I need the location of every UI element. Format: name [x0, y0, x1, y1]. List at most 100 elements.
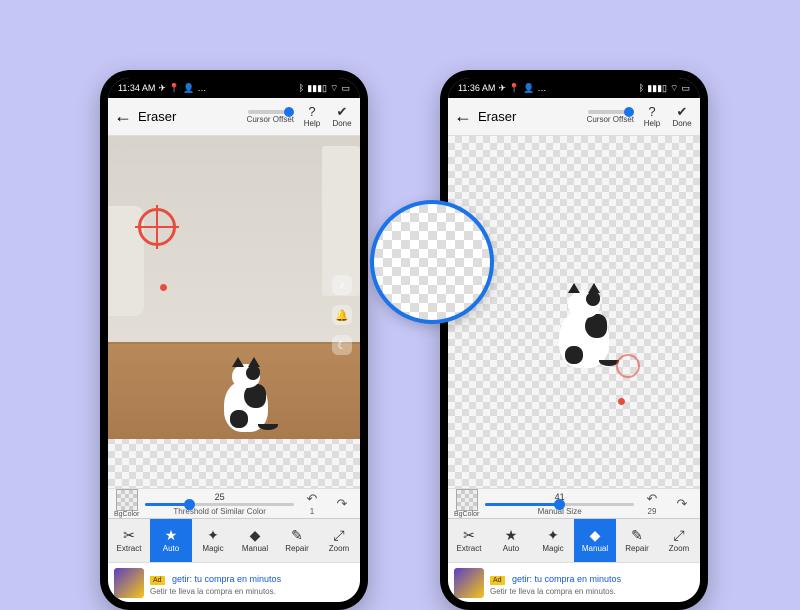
app-top-bar: ← Eraser Cursor Offset ? Help ✔ Done: [108, 98, 360, 136]
repair-icon: ✎: [291, 528, 303, 542]
more-icon: …: [197, 83, 206, 93]
check-icon: ✔: [337, 105, 348, 118]
cursor-offset-slider[interactable]: Cursor Offset: [247, 110, 294, 124]
bluetooth-icon: ᛒ: [299, 83, 304, 93]
magnifier-lens: [370, 200, 494, 324]
done-button[interactable]: ✔ Done: [330, 105, 354, 128]
help-button[interactable]: ? Help: [640, 105, 664, 128]
tool-label: Repair: [285, 544, 309, 553]
phone-right: 11:36 AM ✈ 📍 👤 … ᛒ ▮▮▮▯ ⌔ ▭ ← Eraser Cur…: [440, 70, 708, 610]
tool-label: Manual: [582, 544, 608, 553]
music-icon: ♪: [332, 275, 352, 295]
wifi-icon: ⌔: [670, 83, 678, 94]
undo-button[interactable]: ↶ 29: [640, 491, 664, 516]
camera-notch: [229, 74, 239, 84]
back-arrow-icon[interactable]: ←: [114, 106, 132, 127]
tool-auto[interactable]: ★ Auto: [150, 519, 192, 562]
location-icon: 📍: [509, 83, 520, 94]
manual-brush-ring-icon[interactable]: [616, 354, 640, 378]
manual-size-slider[interactable]: 41 Manual Size: [485, 492, 634, 516]
zoom-icon: ⤢: [673, 528, 684, 542]
status-time: 11:34 AM: [118, 83, 155, 93]
help-button[interactable]: ? Help: [300, 105, 324, 128]
slider-row: BgColor 25 Threshold of Similar Color ↶ …: [108, 488, 360, 518]
auto-icon: ★: [165, 528, 178, 542]
tool-label: Manual: [242, 544, 268, 553]
tool-label: Zoom: [669, 544, 689, 553]
bell-icon: 🔔: [332, 305, 352, 325]
extract-icon: ✂: [463, 528, 475, 542]
eraser-crosshair-icon[interactable]: [138, 208, 176, 246]
ad-banner[interactable]: Ad getir: tu compra en minutos Getir te …: [448, 562, 700, 602]
check-icon: ✔: [677, 105, 688, 118]
tool-zoom[interactable]: ⤢Zoom: [318, 519, 360, 562]
redo-icon: ↷: [337, 496, 348, 512]
bluetooth-icon: ᛒ: [639, 83, 644, 93]
telegram-icon: ✈: [158, 83, 166, 94]
back-arrow-icon[interactable]: ←: [454, 106, 472, 127]
bottom-toolbar: ✂ Extract ★ Auto ✦Magic ◆ Manual ✎ Repair ⤢Zoom: [108, 518, 360, 562]
person-icon: 👤: [523, 83, 534, 94]
ad-badge: Ad: [150, 576, 165, 585]
tool-label: Zoom: [329, 544, 349, 553]
tool-label: Auto: [503, 544, 519, 553]
signal-icon: ▮▮▮▯: [307, 83, 327, 94]
bgcolor-button[interactable]: BgColor: [454, 489, 479, 518]
camera-notch: [569, 74, 579, 84]
redo-button[interactable]: ↷: [330, 496, 354, 512]
tool-label: Extract: [117, 544, 142, 553]
tool-manual[interactable]: ◆ Manual: [574, 519, 616, 562]
ad-banner[interactable]: Ad getir: tu compra en minutos Getir te …: [108, 562, 360, 602]
floor-line: [108, 342, 360, 344]
bgcolor-chip-icon: [456, 489, 478, 511]
signal-icon: ▮▮▮▯: [647, 83, 667, 94]
tool-label: Auto: [163, 544, 179, 553]
eraser-touch-dot: [160, 284, 167, 291]
tool-extract[interactable]: ✂ Extract: [108, 519, 150, 562]
app-top-bar: ← Eraser Cursor Offset ? Help ✔ Done: [448, 98, 700, 136]
threshold-slider[interactable]: 25 Threshold of Similar Color: [145, 492, 294, 516]
phone-left: 11:34 AM ✈ 📍 👤 … ᛒ ▮▮▮▯ ⌔ ▭ ← Eraser Cur…: [100, 70, 368, 610]
bottom-toolbar: ✂ Extract ★ Auto ✦Magic ◆ Manual ✎ Repair ⤢ Zoom: [448, 518, 700, 562]
ad-subtitle: Getir te lleva la compra en minutos.: [150, 587, 354, 596]
tool-repair[interactable]: ✎ Repair: [276, 519, 318, 562]
wifi-icon: ⌔: [330, 83, 338, 94]
extract-icon: ✂: [123, 528, 135, 542]
manual-icon: ◆: [590, 528, 601, 542]
battery-icon: ▭: [681, 83, 690, 94]
status-time: 11:36 AM: [458, 83, 495, 93]
ad-badge: Ad: [490, 576, 505, 585]
bgcolor-button[interactable]: BgColor: [114, 489, 139, 518]
cursor-offset-slider[interactable]: Cursor Offset: [587, 110, 634, 124]
telegram-icon: ✈: [498, 83, 506, 94]
tool-manual[interactable]: ◆ Manual: [234, 519, 276, 562]
wall-right: [322, 146, 360, 296]
moon-icon: ☾: [332, 335, 352, 355]
help-icon: ?: [648, 105, 655, 118]
tool-extract[interactable]: ✂ Extract: [448, 519, 490, 562]
tool-magic[interactable]: ✦Magic: [192, 519, 234, 562]
location-icon: 📍: [169, 83, 180, 94]
canvas[interactable]: [448, 136, 700, 488]
done-button[interactable]: ✔ Done: [670, 105, 694, 128]
magic-icon: ✦: [207, 528, 219, 542]
more-icon: …: [537, 83, 546, 93]
screen-title: Eraser: [138, 109, 176, 124]
slider-row: BgColor 41 Manual Size ↶ 29 ↷: [448, 488, 700, 518]
tool-label: Extract: [457, 544, 482, 553]
manual-icon: ◆: [250, 528, 261, 542]
repair-icon: ✎: [631, 528, 643, 542]
redo-button[interactable]: ↷: [670, 496, 694, 512]
screen-right: 11:36 AM ✈ 📍 👤 … ᛒ ▮▮▮▯ ⌔ ▭ ← Eraser Cur…: [448, 78, 700, 602]
undo-button[interactable]: ↶ 1: [300, 491, 324, 516]
tool-label: Repair: [625, 544, 649, 553]
tool-magic[interactable]: ✦Magic: [532, 519, 574, 562]
tool-repair[interactable]: ✎ Repair: [616, 519, 658, 562]
undo-icon: ↶: [647, 491, 658, 507]
canvas[interactable]: ♪ 🔔 ☾: [108, 136, 360, 488]
cat-subject: [216, 356, 276, 432]
tool-zoom[interactable]: ⤢ Zoom: [658, 519, 700, 562]
tool-auto[interactable]: ★ Auto: [490, 519, 532, 562]
eraser-touch-dot: [618, 398, 625, 405]
auto-icon: ★: [505, 528, 518, 542]
